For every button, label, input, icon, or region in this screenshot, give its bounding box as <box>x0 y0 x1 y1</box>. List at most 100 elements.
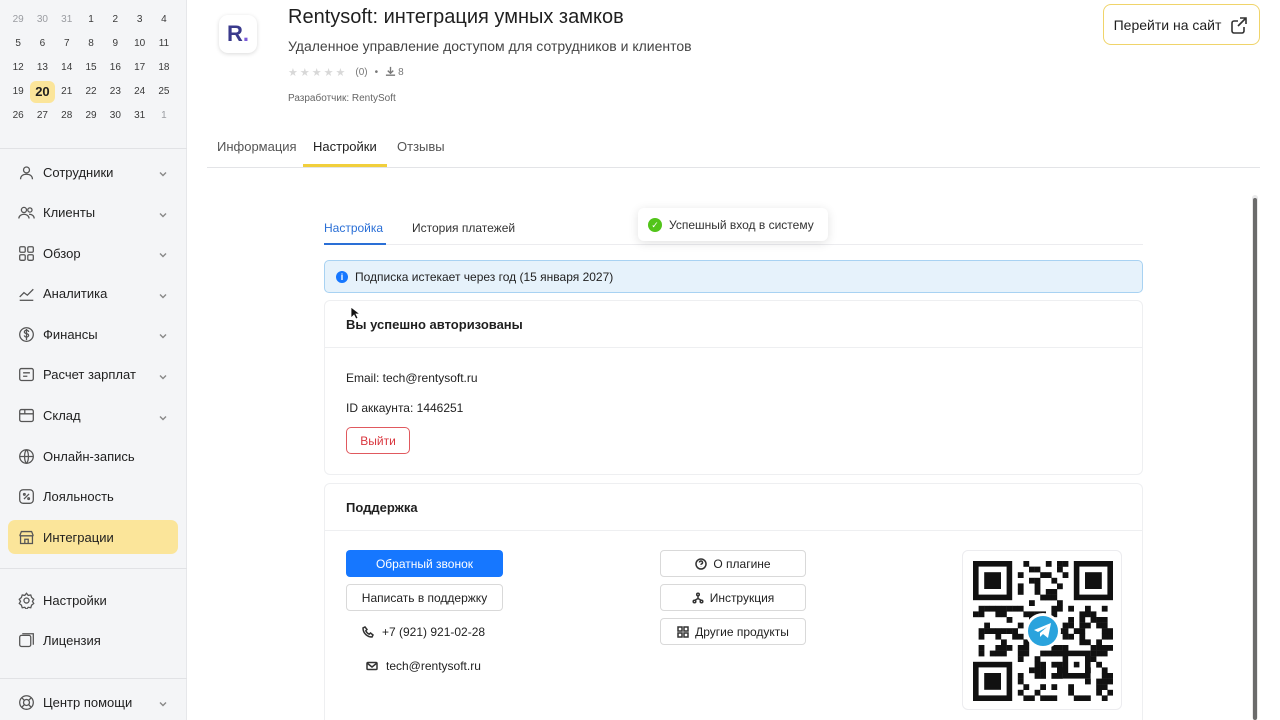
qr-module <box>1034 661 1041 668</box>
sidebar-item-help-center[interactable]: Центр помощи <box>8 685 178 719</box>
sidebar-item-finance[interactable]: Финансы <box>8 317 178 351</box>
sidebar-item-integrations[interactable]: Интеграции <box>8 520 178 555</box>
calendar-day[interactable]: 21 <box>55 81 79 103</box>
sidebar-item-warehouse[interactable]: Склад <box>8 399 178 433</box>
sidebar-item-analytics[interactable]: Аналитика <box>8 277 178 311</box>
sidebar-item-settings[interactable]: Настройки <box>8 583 178 617</box>
qr-module <box>995 650 1002 657</box>
calendar-day[interactable]: 28 <box>55 105 79 127</box>
other-products-button[interactable]: Другие продукты <box>660 618 806 645</box>
calendar-day[interactable]: 31 <box>55 9 79 31</box>
qr-module <box>1101 667 1108 674</box>
calendar-day[interactable]: 8 <box>79 33 103 55</box>
calendar-day[interactable]: 29 <box>79 105 103 127</box>
sidebar-item-loyalty[interactable]: Лояльность <box>8 480 178 514</box>
tab-info[interactable]: Информация <box>217 139 297 154</box>
sidebar-item-overview[interactable]: Обзор <box>8 236 178 270</box>
sidebar-item-label: Онлайн-запись <box>43 448 135 464</box>
subtab-setup[interactable]: Настройка <box>324 221 383 235</box>
calendar-day[interactable]: 24 <box>127 81 151 103</box>
calendar-day[interactable]: 17 <box>127 57 151 79</box>
qr-module <box>978 650 985 657</box>
phone-icon <box>362 626 374 638</box>
write-support-label: Написать в поддержку <box>361 590 488 605</box>
other-products-label: Другие продукты <box>695 624 789 639</box>
calendar-day[interactable]: 12 <box>6 57 30 79</box>
calendar-day[interactable]: 4 <box>152 9 176 31</box>
qr-module <box>1107 689 1113 696</box>
qr-module <box>1085 572 1102 589</box>
qr-module <box>1085 611 1091 618</box>
calendar-day[interactable]: 29 <box>6 9 30 31</box>
tab-reviews[interactable]: Отзывы <box>397 139 445 154</box>
instruction-button[interactable]: Инструкция <box>660 584 806 611</box>
calendar-day[interactable]: 31 <box>127 105 151 127</box>
calendar-day[interactable]: 13 <box>30 57 54 79</box>
calendar-day-today[interactable]: 20 <box>30 81 55 103</box>
calendar-day[interactable]: 11 <box>152 33 176 55</box>
qr-module <box>995 628 1002 634</box>
scrollbar-thumb[interactable] <box>1253 198 1257 720</box>
calendar-day[interactable]: 6 <box>30 33 54 55</box>
sidebar-item-license[interactable]: Лицензия <box>8 624 178 658</box>
calendar-day[interactable]: 3 <box>127 9 151 31</box>
qr-module <box>1062 645 1069 651</box>
telegram-qr-code[interactable] <box>962 550 1122 710</box>
qr-module <box>1062 561 1069 567</box>
qr-module <box>1085 605 1091 612</box>
calendar-day[interactable]: 7 <box>55 33 79 55</box>
calendar-day[interactable]: 10 <box>127 33 151 55</box>
calendar-day[interactable]: 2 <box>103 9 127 31</box>
callback-label: Обратный звонок <box>375 556 474 571</box>
calendar-day[interactable]: 14 <box>55 57 79 79</box>
sidebar-item-clients[interactable]: Клиенты <box>8 196 178 230</box>
logout-button[interactable]: Выйти <box>346 427 410 454</box>
qr-module <box>1051 684 1058 690</box>
qr-module <box>1051 577 1058 584</box>
calendar-day[interactable]: 9 <box>103 33 127 55</box>
callback-button[interactable]: Обратный звонок <box>346 550 503 577</box>
developer-label: Разработчик: RentySoft <box>288 93 396 104</box>
qr-module <box>1079 633 1086 640</box>
write-support-button[interactable]: Написать в поддержку <box>346 584 503 611</box>
support-phone[interactable]: +7 (921) 921-02-28 <box>362 625 485 639</box>
qr-module <box>1051 650 1058 657</box>
qr-module <box>1096 622 1102 629</box>
calendar-day[interactable]: 30 <box>103 105 127 127</box>
calendar-day[interactable]: 18 <box>152 57 176 79</box>
calendar-day[interactable]: 19 <box>6 81 30 103</box>
qr-module <box>1045 695 1052 701</box>
qr-module <box>1096 689 1102 696</box>
qr-module <box>1085 695 1091 701</box>
calendar-day[interactable]: 16 <box>103 57 127 79</box>
support-email[interactable]: tech@rentysoft.ru <box>366 659 481 673</box>
calendar-day[interactable]: 27 <box>30 105 54 127</box>
sidebar-item-online-booking[interactable]: Онлайн-запись <box>8 439 178 473</box>
qr-module <box>1096 645 1102 651</box>
qr-module <box>1006 617 1013 623</box>
qr-module <box>984 605 990 612</box>
tab-settings[interactable]: Настройки <box>313 139 377 154</box>
qr-module <box>1107 678 1113 685</box>
about-plugin-button[interactable]: О плагине <box>660 550 806 577</box>
qr-module <box>1034 589 1041 595</box>
calendar-day[interactable]: 23 <box>103 81 127 103</box>
calendar-day[interactable]: 25 <box>152 81 176 103</box>
calendar-day[interactable]: 22 <box>79 81 103 103</box>
qr-module <box>1062 572 1069 578</box>
calendar-day[interactable]: 1 <box>152 105 176 127</box>
calendar-day[interactable]: 26 <box>6 105 30 127</box>
sidebar-item-payroll[interactable]: Расчет зарплат <box>8 358 178 392</box>
license-icon <box>16 631 36 651</box>
calendar-day[interactable]: 5 <box>6 33 30 55</box>
go-to-site-button[interactable]: Перейти на сайт <box>1103 4 1260 45</box>
calendar-day[interactable]: 1 <box>79 9 103 31</box>
calendar-day[interactable]: 15 <box>79 57 103 79</box>
qr-module <box>995 645 1002 651</box>
subtab-payment-history[interactable]: История платежей <box>412 221 515 235</box>
qr-module <box>995 633 1002 640</box>
calendar-day[interactable]: 30 <box>30 9 54 31</box>
qr-module <box>1040 650 1046 657</box>
sidebar-item-employees[interactable]: Сотрудники <box>8 155 178 189</box>
qr-module <box>1040 695 1046 701</box>
